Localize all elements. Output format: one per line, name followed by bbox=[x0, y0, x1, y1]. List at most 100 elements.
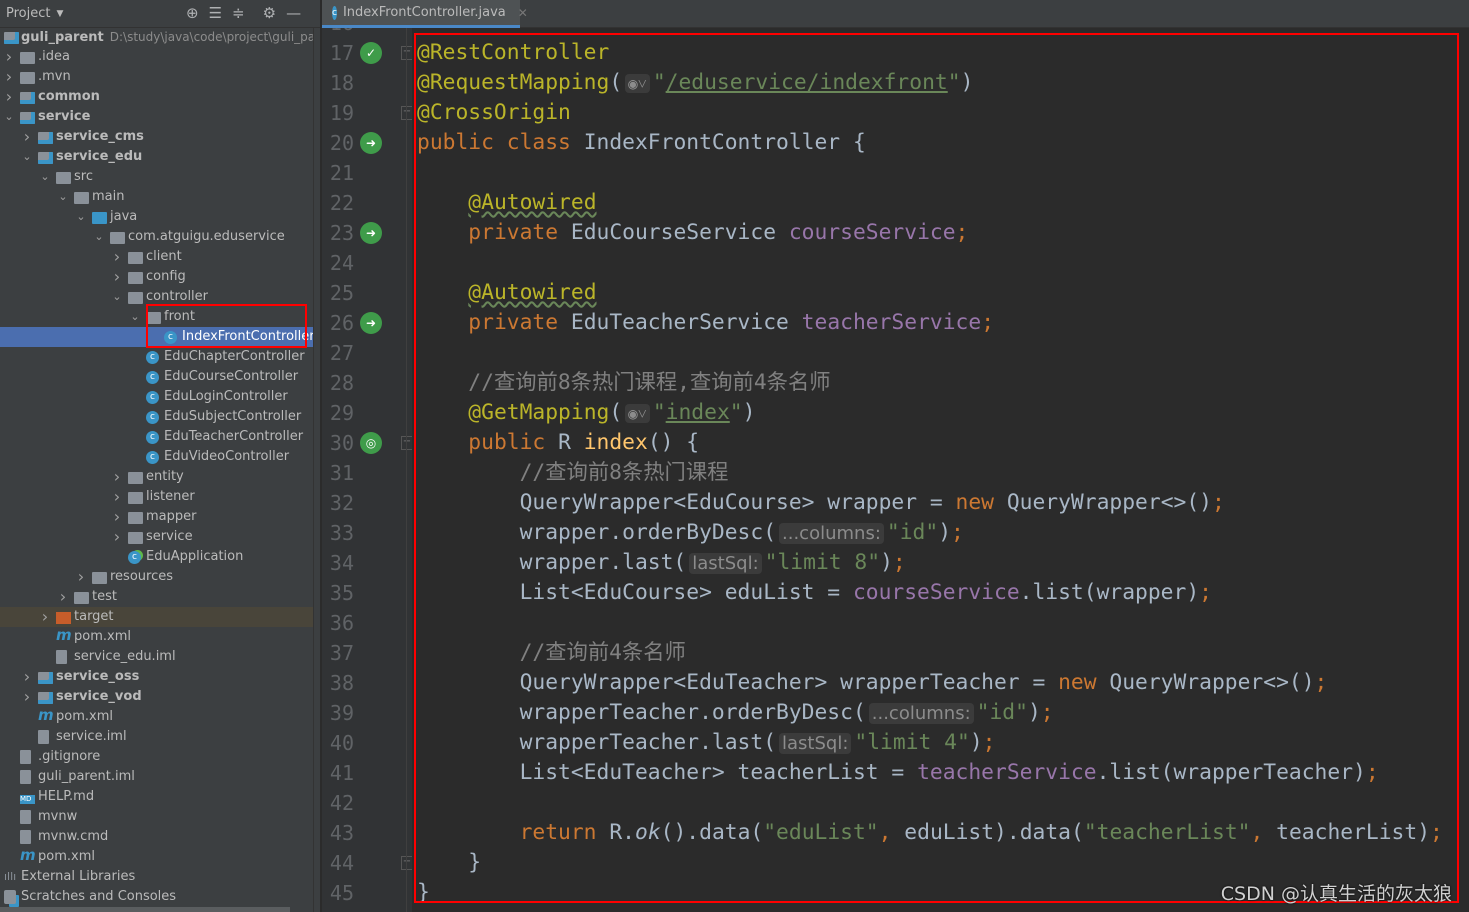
tree-item[interactable]: mvnw bbox=[0, 807, 313, 827]
tree-item[interactable]: mvnw.cmd bbox=[0, 827, 313, 847]
tree-item[interactable]: m pom.xml bbox=[0, 707, 313, 727]
tree-item-label: listener bbox=[146, 489, 195, 504]
spring-bean-icon[interactable]: ✓ bbox=[360, 42, 382, 64]
tree-item[interactable]: › config bbox=[0, 267, 313, 287]
code-token: return bbox=[519, 820, 610, 845]
tree-item[interactable]: › mapper bbox=[0, 507, 313, 527]
gear-icon[interactable]: ⚙ bbox=[263, 4, 276, 22]
package-icon bbox=[110, 232, 125, 244]
tree-item[interactable]: service_edu.iml bbox=[0, 647, 313, 667]
chevron-down-icon[interactable]: ⌄ bbox=[128, 307, 142, 327]
tree-item[interactable]: › service bbox=[0, 527, 313, 547]
tree-item[interactable]: › listener bbox=[0, 487, 313, 507]
tree-item[interactable]: guli_parent D:\study\java\code\project\gu… bbox=[0, 27, 320, 47]
tree-item[interactable]: › .mvn bbox=[0, 67, 313, 87]
tree-item[interactable]: ⌄ controller bbox=[0, 287, 313, 307]
code-line: QueryWrapper<EduCourse> wrapper = new Qu… bbox=[417, 488, 1225, 518]
chevron-right-icon[interactable]: › bbox=[20, 127, 34, 147]
tree-item[interactable]: m pom.xml bbox=[0, 627, 313, 647]
chevron-right-icon[interactable]: › bbox=[56, 587, 70, 607]
chevron-right-icon[interactable]: › bbox=[110, 527, 124, 547]
tree-item[interactable]: c EduCourseController bbox=[0, 367, 313, 387]
close-icon[interactable]: ✕ bbox=[518, 6, 528, 20]
module-folder-icon bbox=[4, 32, 19, 44]
web-endpoint-icon[interactable]: ◎ bbox=[360, 432, 382, 454]
tree-item[interactable]: › entity bbox=[0, 467, 313, 487]
minimize-icon[interactable]: — bbox=[286, 4, 301, 22]
autowired-navigate-icon[interactable]: ➜ bbox=[360, 312, 382, 334]
tree-item-text: target bbox=[74, 607, 114, 627]
tree-item[interactable]: › common bbox=[0, 87, 313, 107]
chevron-right-icon[interactable]: › bbox=[110, 247, 124, 267]
shell-file-icon bbox=[20, 810, 31, 824]
tree-item[interactable]: c EduApplication bbox=[0, 547, 313, 567]
tree-vertical-scrollbar[interactable] bbox=[313, 28, 320, 912]
tree-item-text: .mvn bbox=[38, 67, 71, 87]
locate-icon[interactable]: ⊕ bbox=[186, 4, 199, 22]
code-editor[interactable]: @RestController @RequestMapping(◉˅ "/eduse… bbox=[412, 28, 1469, 912]
chevron-down-icon[interactable]: ⌄ bbox=[92, 227, 106, 247]
tree-item-text: pom.xml bbox=[56, 707, 113, 727]
chevron-down-icon[interactable]: ⌄ bbox=[2, 107, 16, 127]
tree-item[interactable]: ⌄ front bbox=[0, 307, 313, 327]
chevron-right-icon[interactable]: › bbox=[2, 47, 16, 67]
tree-item[interactable]: guli_parent.iml bbox=[0, 767, 313, 787]
tree-item[interactable]: ⌄ src bbox=[0, 167, 313, 187]
chevron-right-icon[interactable]: › bbox=[110, 487, 124, 507]
tree-item[interactable]: › resources bbox=[0, 567, 313, 587]
tree-item[interactable]: › service_vod bbox=[0, 687, 313, 707]
tree-item[interactable]: › test bbox=[0, 587, 313, 607]
spring-bean-class-icon[interactable]: ➜ bbox=[360, 132, 382, 154]
chevron-right-icon[interactable]: › bbox=[20, 667, 34, 687]
chevron-down-icon[interactable]: ⌄ bbox=[110, 287, 124, 307]
tree-item[interactable]: ⌄ service_edu bbox=[0, 147, 313, 167]
code-token: @Autowired bbox=[468, 280, 597, 305]
chevron-down-icon[interactable]: ⌄ bbox=[56, 187, 70, 207]
chevron-right-icon[interactable]: › bbox=[110, 467, 124, 487]
tree-item[interactable]: Scratches and Consoles bbox=[0, 887, 313, 907]
tree-item[interactable]: › service_cms bbox=[0, 127, 313, 147]
tree-item[interactable]: m pom.xml bbox=[0, 847, 313, 867]
code-token: } bbox=[417, 880, 430, 905]
autowired-navigate-icon[interactable]: ➜ bbox=[360, 222, 382, 244]
tree-item[interactable]: › service_oss bbox=[0, 667, 313, 687]
code-token: ; bbox=[951, 520, 964, 545]
tree-item[interactable]: c EduTeacherController bbox=[0, 427, 313, 447]
tree-item[interactable]: c EduLoginController bbox=[0, 387, 313, 407]
tree-item[interactable]: ⌄ main bbox=[0, 187, 313, 207]
tree-item[interactable]: c EduSubjectController bbox=[0, 407, 313, 427]
chevron-down-icon[interactable]: ⌄ bbox=[74, 207, 88, 227]
tree-item[interactable]: ⌄ java bbox=[0, 207, 313, 227]
tree-horizontal-scrollbar[interactable] bbox=[0, 907, 290, 912]
chevron-right-icon[interactable]: › bbox=[38, 607, 52, 627]
chevron-right-icon[interactable]: › bbox=[110, 507, 124, 527]
tree-item[interactable]: service.iml bbox=[0, 727, 313, 747]
code-token: ( bbox=[609, 400, 623, 425]
collapse-all-icon[interactable]: ≑ bbox=[232, 4, 245, 22]
chevron-right-icon[interactable]: › bbox=[20, 687, 34, 707]
tree-item[interactable]: ⌄ service bbox=[0, 107, 313, 127]
code-line: @CrossOrigin bbox=[417, 98, 571, 128]
tree-item[interactable]: c IndexFrontController bbox=[0, 327, 315, 347]
chevron-right-icon[interactable]: › bbox=[110, 267, 124, 287]
chevron-down-icon[interactable]: ⌄ bbox=[20, 147, 34, 167]
tab-index-front-controller[interactable]: c IndexFrontController.java ✕ bbox=[322, 0, 528, 28]
tree-item[interactable]: MD HELP.md bbox=[0, 787, 313, 807]
tree-item[interactable]: c EduVideoController bbox=[0, 447, 313, 467]
chevron-down-icon[interactable]: ⌄ bbox=[38, 167, 52, 187]
tree-item[interactable]: ıllı External Libraries bbox=[0, 867, 313, 887]
tree-item[interactable]: › target bbox=[0, 607, 313, 627]
project-view-selector[interactable]: Project ▼ bbox=[6, 6, 63, 21]
chevron-right-icon[interactable]: › bbox=[2, 87, 16, 107]
tree-item[interactable]: .gitignore bbox=[0, 747, 313, 767]
tree-item[interactable]: › .idea bbox=[0, 47, 313, 67]
chevron-right-icon[interactable]: › bbox=[2, 67, 16, 87]
module-folder-icon bbox=[20, 112, 35, 124]
tree-item[interactable]: c EduChapterController bbox=[0, 347, 313, 367]
chevron-right-icon[interactable]: › bbox=[74, 567, 88, 587]
tree-item[interactable]: ⌄ com.atguigu.eduservice bbox=[0, 227, 313, 247]
tree-item[interactable]: › client bbox=[0, 247, 313, 267]
expand-all-icon[interactable]: ☰ bbox=[209, 4, 222, 22]
